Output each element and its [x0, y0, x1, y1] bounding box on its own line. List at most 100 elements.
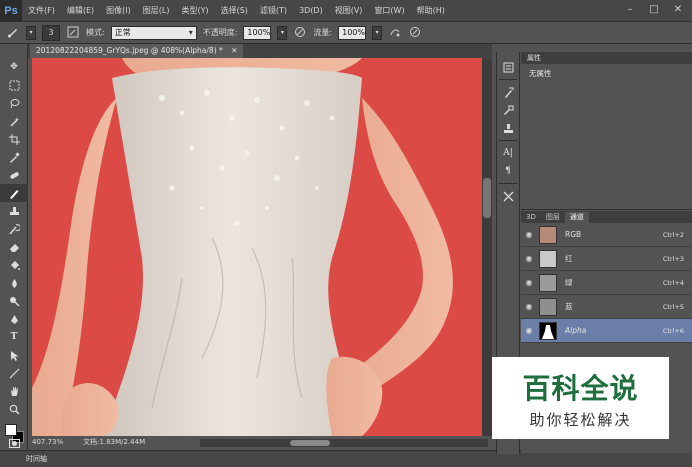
flow-dropdown[interactable]: ▾: [372, 25, 383, 40]
channel-thumbnail: [539, 273, 557, 292]
brush-tool-icon[interactable]: [6, 26, 20, 40]
timeline-label[interactable]: 时间轴: [26, 454, 47, 464]
tab-channels[interactable]: 通道: [564, 212, 589, 223]
visibility-eye-icon[interactable]: ◉: [521, 326, 537, 335]
opacity-dropdown[interactable]: ▾: [277, 25, 288, 40]
magic-wand-tool-icon[interactable]: [0, 112, 28, 130]
document-tabs: 20120822204859_GrYQs.jpeg @ 408%(Alpha/8…: [28, 44, 492, 58]
vertical-scrollbar[interactable]: [482, 58, 492, 436]
lasso-tool-icon[interactable]: [0, 94, 28, 112]
paragraph-panel-icon[interactable]: ¶: [497, 162, 519, 180]
pressure-size-icon[interactable]: [408, 26, 422, 40]
mode-select[interactable]: 正常 ▾: [110, 25, 197, 40]
channel-row-red[interactable]: ◉ 红 Ctrl+3: [521, 247, 692, 271]
channel-row-blue[interactable]: ◉ 蓝 Ctrl+5: [521, 295, 692, 319]
menu-bar: Ps 文件(F) 编辑(E) 图像(I) 图层(L) 类型(Y) 选择(S) 滤…: [0, 0, 692, 22]
menu-help[interactable]: 帮助(H): [411, 5, 451, 16]
properties-panel: 属性 无属性: [521, 52, 692, 210]
hand-tool-icon[interactable]: [0, 382, 28, 400]
visibility-eye-icon[interactable]: ◉: [521, 230, 537, 239]
tab-3d[interactable]: 3D: [521, 212, 541, 223]
blur-tool-icon[interactable]: [0, 274, 28, 292]
history-panel-icon[interactable]: [497, 58, 519, 76]
menu-select[interactable]: 选择(S): [215, 5, 254, 16]
opacity-label: 不透明度:: [202, 28, 238, 37]
properties-content: 无属性: [529, 69, 552, 78]
menu-window[interactable]: 窗口(W): [368, 5, 410, 16]
watermark-title: 百科全说: [522, 371, 639, 405]
menu-type[interactable]: 类型(Y): [175, 5, 214, 16]
dock-separator: [499, 183, 517, 184]
document-size-info[interactable]: 文档:1.83M/2.44M: [83, 437, 145, 447]
crop-tool-icon[interactable]: [0, 130, 28, 148]
airbrush-icon[interactable]: [388, 26, 402, 40]
channel-shortcut: Ctrl+2: [662, 230, 684, 239]
eyedropper-tool-icon[interactable]: [0, 148, 28, 166]
visibility-eye-icon[interactable]: ◉: [521, 278, 537, 287]
maximize-button[interactable]: □: [646, 3, 662, 17]
menu-image[interactable]: 图像(I): [100, 5, 137, 16]
type-tool-icon[interactable]: T: [0, 328, 28, 346]
line-tool-icon[interactable]: [0, 364, 28, 382]
close-button[interactable]: ✕: [670, 3, 686, 17]
menu-3d[interactable]: 3D(D): [293, 6, 329, 15]
paint-bucket-tool-icon[interactable]: [0, 256, 28, 274]
horizontal-scrollbar[interactable]: [200, 439, 488, 447]
menu-layer[interactable]: 图层(L): [137, 5, 176, 16]
channel-row-green[interactable]: ◉ 绿 Ctrl+4: [521, 271, 692, 295]
eraser-tool-icon[interactable]: [0, 238, 28, 256]
marquee-tool-icon[interactable]: [0, 76, 28, 94]
channel-row-alpha[interactable]: ◉ Alpha Ctrl+6: [521, 319, 692, 343]
character-panel-icon[interactable]: A|: [497, 144, 519, 162]
tab-layers[interactable]: 图层: [541, 212, 565, 223]
dodge-tool-icon[interactable]: [0, 292, 28, 310]
clone-source-icon[interactable]: [497, 119, 519, 137]
channel-thumbnail: [539, 321, 557, 340]
window-controls: – □ ✕: [622, 3, 686, 17]
channel-name: 绿: [565, 278, 573, 287]
properties-header[interactable]: 属性: [521, 52, 692, 64]
document-canvas[interactable]: [32, 58, 482, 436]
brush-size-picker[interactable]: 3: [42, 24, 60, 41]
canvas-image: [32, 58, 482, 436]
minimize-button[interactable]: –: [622, 3, 638, 17]
healing-brush-tool-icon[interactable]: [0, 166, 28, 184]
channel-thumbnail: [539, 225, 557, 244]
brush-panel-icon[interactable]: [497, 101, 519, 119]
tool-presets-icon[interactable]: [497, 187, 519, 205]
menu-edit[interactable]: 编辑(E): [61, 5, 100, 16]
vertical-scroll-thumb[interactable]: [483, 178, 491, 218]
quick-mask-icon[interactable]: [0, 436, 28, 450]
horizontal-scroll-thumb[interactable]: [290, 440, 330, 446]
move-tool-icon[interactable]: ✥: [0, 58, 28, 76]
channel-name: RGB: [565, 230, 582, 239]
zoom-level[interactable]: 407.73%: [32, 438, 63, 446]
opacity-field[interactable]: 100%: [243, 25, 272, 40]
photoshop-logo: Ps: [0, 0, 22, 22]
brush-tool-active-icon[interactable]: [0, 184, 28, 202]
visibility-eye-icon[interactable]: ◉: [521, 254, 537, 263]
foreground-color-swatch[interactable]: [5, 424, 17, 436]
brush-presets-icon[interactable]: [497, 83, 519, 101]
mode-value: 正常: [114, 27, 131, 37]
tool-preset-dropdown[interactable]: ▾: [26, 25, 36, 40]
pen-tool-icon[interactable]: [0, 310, 28, 328]
chevron-down-icon: ▾: [188, 27, 193, 37]
clone-stamp-tool-icon[interactable]: [0, 202, 28, 220]
document-tab[interactable]: 20120822204859_GrYQs.jpeg @ 408%(Alpha/8…: [30, 44, 244, 58]
brush-panel-toggle-icon[interactable]: [66, 26, 80, 40]
channel-row-rgb[interactable]: ◉ RGB Ctrl+2: [521, 223, 692, 247]
menu-view[interactable]: 视图(V): [329, 5, 369, 16]
channel-shortcut: Ctrl+6: [662, 326, 684, 335]
flow-label: 流量:: [313, 28, 333, 37]
watermark-subtitle: 助你轻松解决: [529, 410, 632, 429]
history-brush-tool-icon[interactable]: [0, 220, 28, 238]
close-tab-icon[interactable]: ✕: [231, 46, 237, 55]
path-selection-tool-icon[interactable]: [0, 346, 28, 364]
menu-filter[interactable]: 滤镜(T): [254, 5, 293, 16]
pressure-opacity-icon[interactable]: [293, 26, 307, 40]
visibility-eye-icon[interactable]: ◉: [521, 302, 537, 311]
flow-field[interactable]: 100%: [338, 25, 367, 40]
menu-file[interactable]: 文件(F): [22, 5, 61, 16]
zoom-tool-icon[interactable]: [0, 400, 28, 418]
